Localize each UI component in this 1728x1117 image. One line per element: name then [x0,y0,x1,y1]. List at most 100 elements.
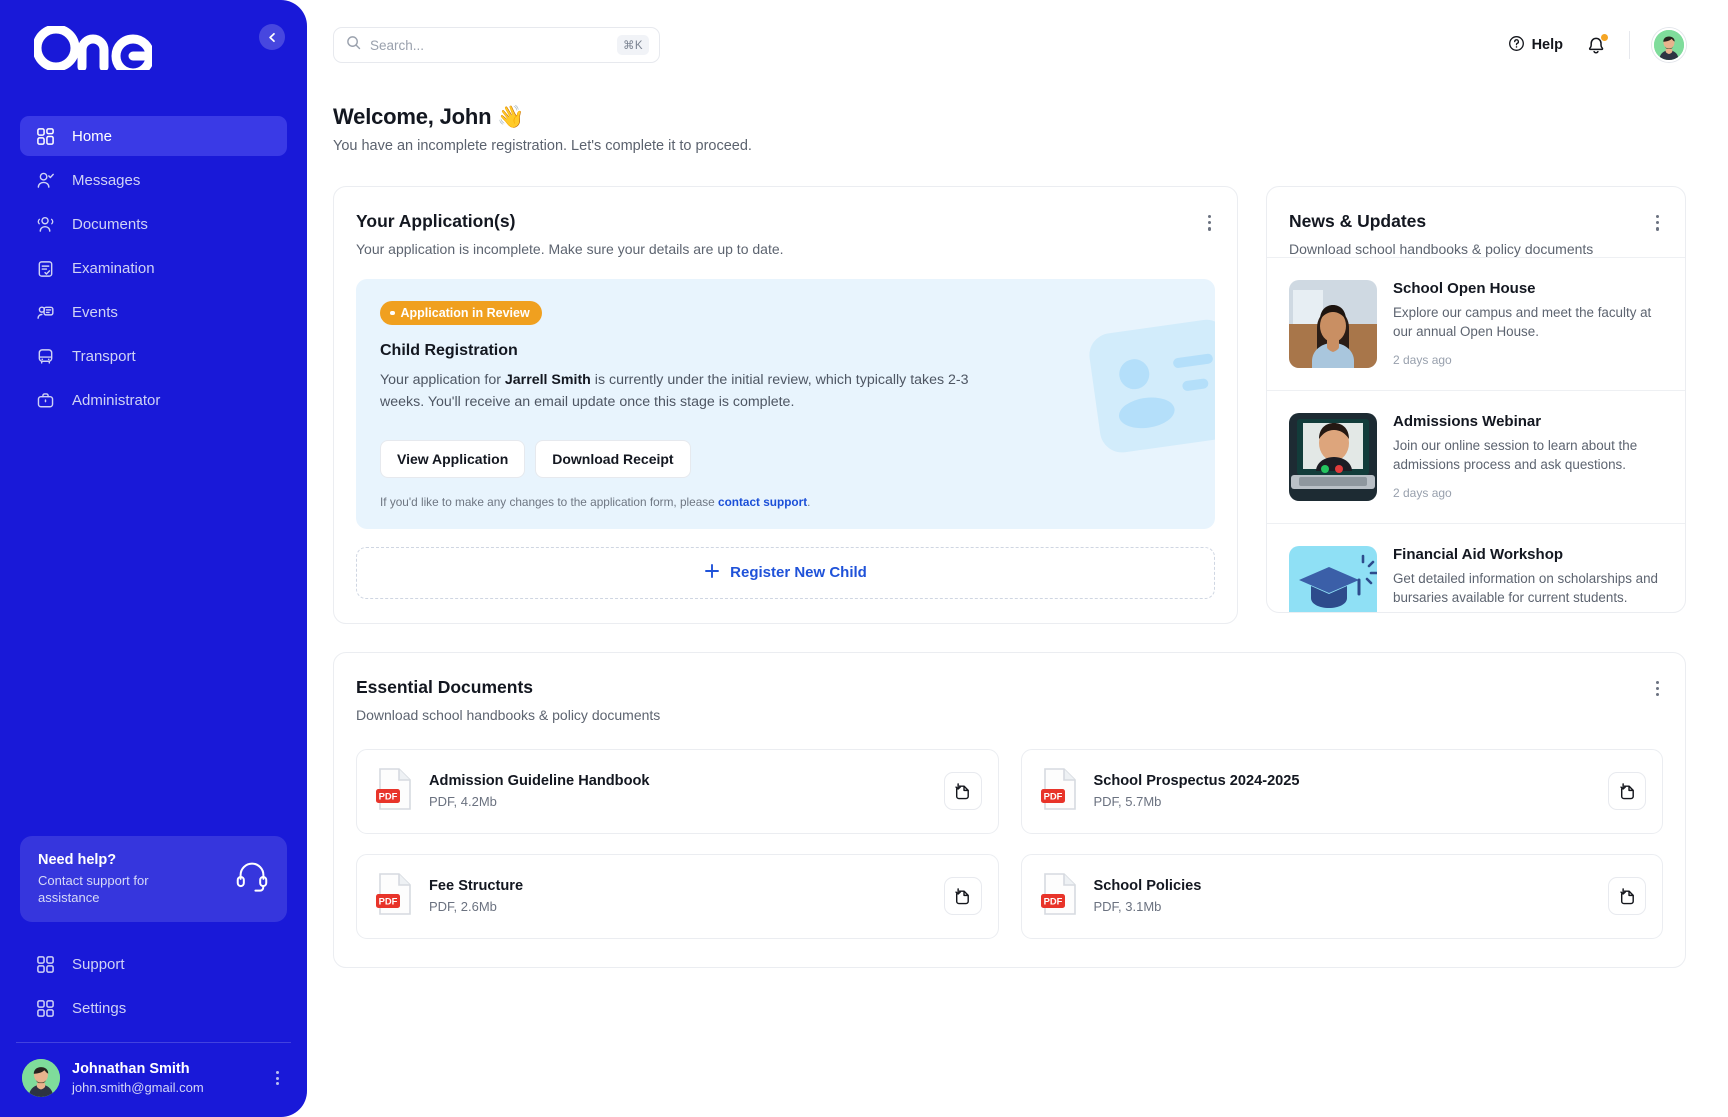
register-new-child-button[interactable]: Register New Child [356,546,1215,599]
news-item-description: Join our online session to learn about t… [1393,438,1638,473]
document-name: School Policies [1093,878,1202,895]
help-button[interactable]: Help [1508,35,1563,56]
users-icon [34,213,56,235]
sidebar: Home Messages Documents Examination Even [0,0,307,1117]
svg-text:PDF: PDF [1043,790,1062,801]
status-badge-label: Application in Review [400,306,530,320]
document-meta: PDF, 4.2Mb [429,794,497,810]
sidebar-item-label: Home [72,127,113,145]
sidebar-item-examination[interactable]: Examination [20,248,287,288]
webinar-photo [1289,413,1377,501]
application-actions: View Application Download Receipt [380,439,1191,478]
sidebar-item-label: Transport [72,347,136,365]
applications-menu-button[interactable] [1204,211,1215,235]
news-item-time: 2 days ago [1393,485,1452,500]
news-card: News & Updates Download school handbooks… [1266,186,1686,613]
documents-menu-button[interactable] [1652,677,1663,701]
sidebar-collapse-button[interactable] [259,24,285,50]
document-meta: PDF, 3.1Mb [1093,899,1162,915]
applications-title: Your Application(s) [356,211,516,231]
list-item[interactable]: School Open House Explore our campus and… [1267,257,1685,390]
support-note-post: . [807,494,811,509]
sidebar-item-label: Settings [72,999,127,1017]
list-item[interactable]: PDF Admission Guideline Handbook PDF, 4.… [356,748,999,834]
documents-card-header: Essential Documents Download school hand… [356,677,1663,723]
news-item-description: Explore our campus and meet the faculty … [1393,305,1652,340]
profile-name: Johnathan Smith [72,1060,190,1077]
sidebar-item-label: Documents [72,215,148,233]
chat-user-icon [34,301,56,323]
notifications-button[interactable] [1585,33,1609,56]
download-button[interactable] [943,772,982,811]
sidebar-item-label: Messages [72,171,141,189]
sidebar-item-label: Support [72,955,125,973]
news-thumbnail [1289,413,1377,501]
document-name: Fee Structure [429,878,524,895]
avatar [22,1059,60,1097]
search-container[interactable]: ⌘K [333,27,660,63]
sidebar-item-label: Events [72,303,118,321]
list-item[interactable]: Admissions Webinar Join our online sessi… [1267,390,1685,523]
one-logo [34,26,152,70]
sidebar-item-settings[interactable]: Settings [20,988,287,1028]
sidebar-nav: Home Messages Documents Examination Even [0,116,307,420]
sidebar-item-label: Administrator [72,391,161,409]
view-application-button[interactable]: View Application [380,439,526,478]
download-button[interactable] [1608,772,1646,811]
clipboard-check-icon [34,257,56,279]
student-photo [1289,280,1377,368]
sidebar-item-support[interactable]: Support [20,944,287,984]
application-entry: Application in Review Child Registration… [356,279,1215,529]
status-dot-icon [390,310,395,316]
list-item[interactable]: PDF School Policies PDF, 3.1Mb [1020,853,1663,939]
news-subtitle: Download school handbooks & policy docum… [1289,241,1594,257]
sidebar-item-events[interactable]: Events [20,292,287,332]
download-receipt-button[interactable]: Download Receipt [535,439,691,478]
list-item[interactable]: PDF Fee Structure PDF, 2.6Mb [356,853,999,939]
pdf-file-icon: PDF [375,766,415,817]
sidebar-item-messages[interactable]: Messages [20,160,287,200]
briefcase-icon [34,389,56,411]
news-item-title: School Open House [1393,280,1536,297]
svg-text:PDF: PDF [379,895,398,906]
news-card-header: News & Updates Download school handbooks… [1267,211,1685,257]
download-button[interactable] [1608,877,1646,916]
list-item[interactable]: Financial Aid Workshop Get detailed info… [1267,523,1685,612]
news-item-description: Get detailed information on scholarships… [1393,571,1658,606]
news-title: News & Updates [1289,211,1427,231]
chevron-left-icon [268,32,275,42]
grid-icon [34,997,56,1019]
news-item-title: Financial Aid Workshop [1393,546,1564,563]
page-content: Welcome, John 👋 You have an incomplete r… [307,90,1728,968]
question-circle-icon [1508,35,1525,56]
grid-icon [34,953,56,975]
application-support-note: If you'd like to make any changes to the… [380,495,1191,509]
contact-support-link[interactable]: contact support [718,495,807,509]
support-note-pre: If you'd like to make any changes to the… [380,494,719,509]
sidebar-profile-text: Johnathan Smith john.smith@gmail.com [72,1060,204,1096]
top-row: Your Application(s) Your application is … [333,186,1686,624]
svg-text:PDF: PDF [1043,895,1062,906]
svg-text:PDF: PDF [379,790,398,801]
sidebar-help-subtitle: Contact support for assistance [38,872,149,905]
search-shortcut-badge: ⌘K [617,35,649,55]
sidebar-item-documents[interactable]: Documents [20,204,287,244]
list-item[interactable]: PDF School Prospectus 2024-2025 PDF, 5.7… [1020,748,1663,834]
sidebar-item-home[interactable]: Home [20,116,287,156]
profile-menu-button[interactable] [276,1071,285,1085]
user-avatar [1654,30,1684,60]
sidebar-profile[interactable]: Johnathan Smith john.smith@gmail.com [16,1042,291,1117]
sidebar-item-administrator[interactable]: Administrator [20,380,287,420]
news-menu-button[interactable] [1652,211,1663,235]
news-item-text: School Open House Explore our campus and… [1393,280,1663,368]
headset-icon [233,857,271,900]
sidebar-item-transport[interactable]: Transport [20,336,287,376]
sidebar-help-card[interactable]: Need help? Contact support for assistanc… [20,835,287,922]
pdf-file-icon: PDF [375,871,415,922]
application-entry-description: Your application for Jarrell Smith is cu… [380,369,1000,414]
search-input[interactable] [370,37,609,53]
sidebar-item-label: Examination [72,259,155,277]
topbar-avatar[interactable] [1652,28,1686,62]
download-button[interactable] [943,877,982,916]
applications-heading-group: Your Application(s) Your application is … [356,211,784,257]
